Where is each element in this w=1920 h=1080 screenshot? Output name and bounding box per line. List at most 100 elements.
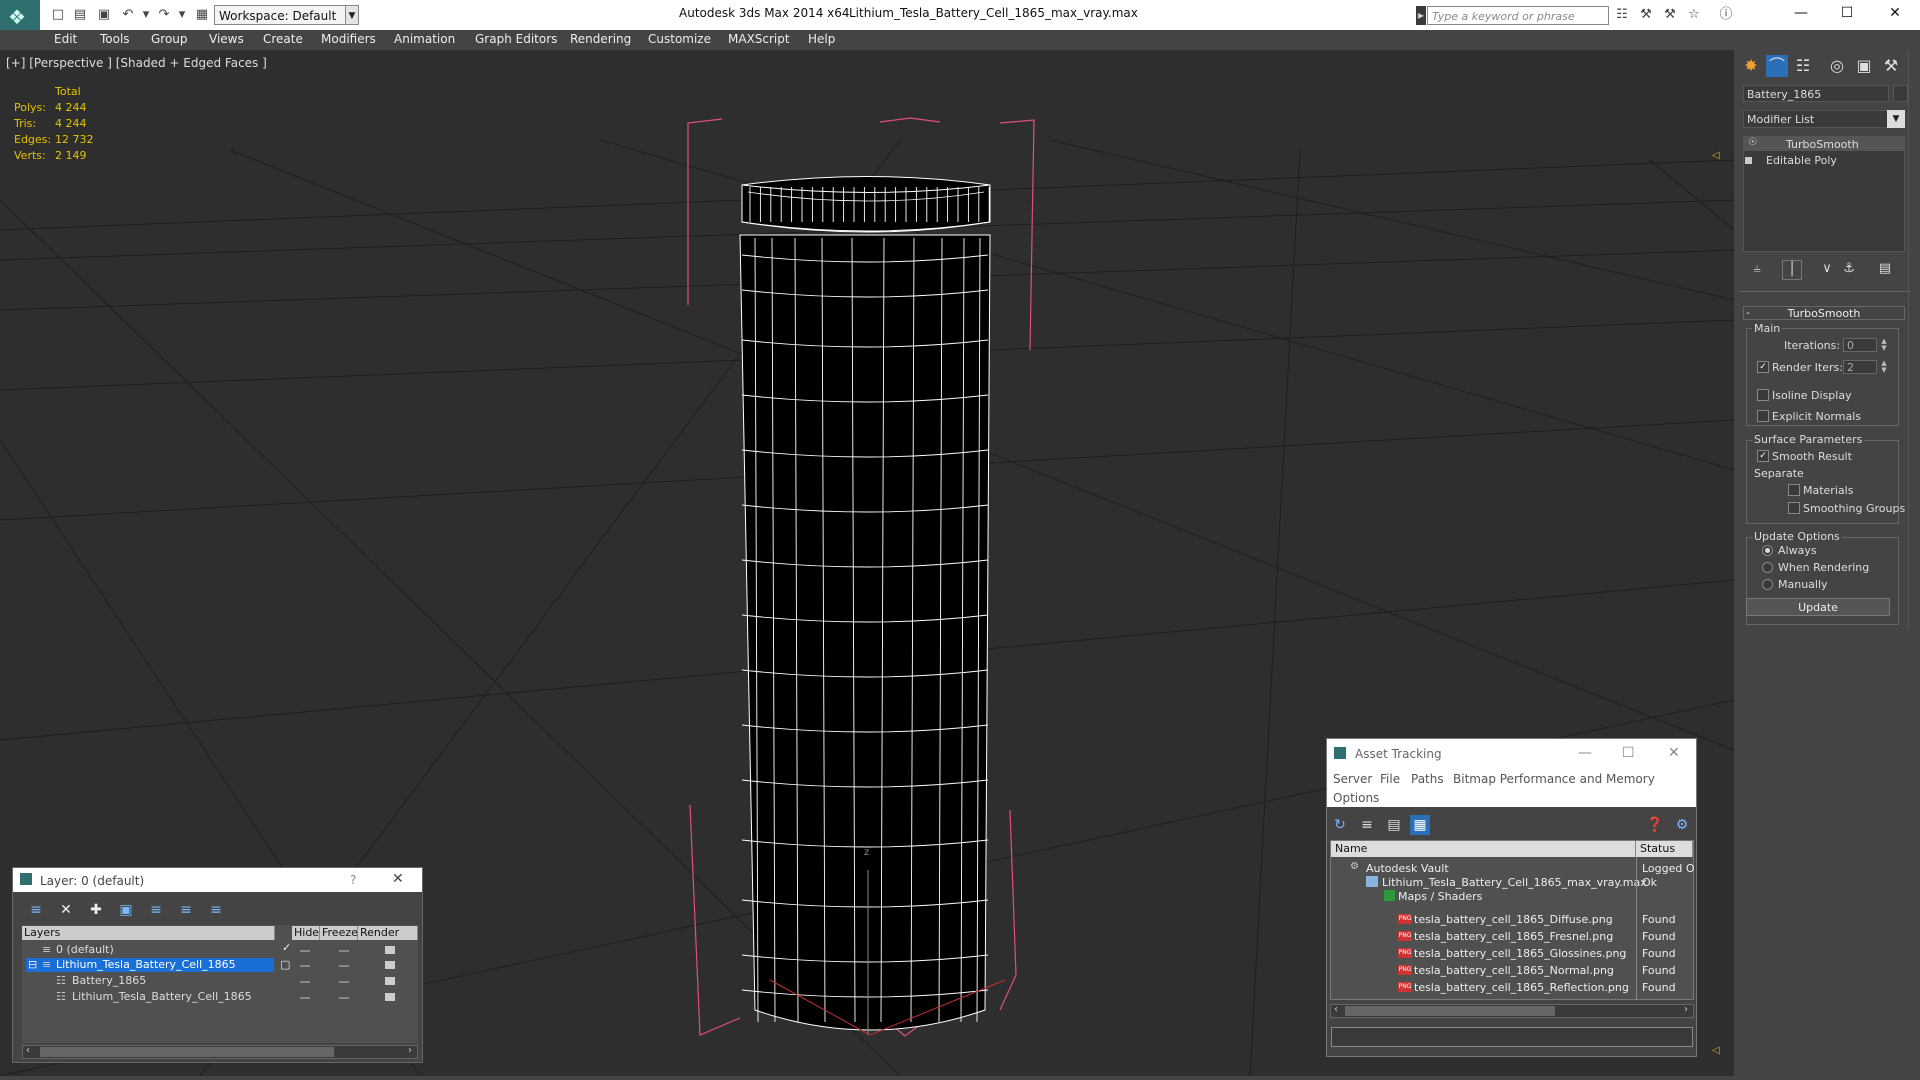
render-iters-checkbox[interactable]: ✓ — [1757, 361, 1769, 373]
asset-menu-file[interactable]: File — [1380, 772, 1400, 786]
scroll-left-icon[interactable]: ‹ — [1334, 1004, 1338, 1015]
smooth-result-checkbox[interactable]: ✓ — [1757, 450, 1769, 462]
close-icon[interactable]: ✕ — [392, 871, 404, 887]
menu-tools[interactable]: Tools — [100, 32, 130, 46]
modify-tab-icon[interactable]: ⌒ — [1766, 55, 1788, 77]
subscription-icon[interactable]: ⚒ — [1638, 7, 1654, 23]
minimize-button[interactable]: — — [1778, 0, 1824, 26]
scroll-right-icon[interactable]: › — [1684, 1004, 1688, 1015]
asset-row-name[interactable]: tesla_battery_cell_1865_Reflection.png — [1414, 981, 1629, 994]
remove-modifier-icon[interactable]: ⚓ — [1840, 260, 1858, 278]
asset-row-name[interactable]: Lithium_Tesla_Battery_Cell_1865_max_vray… — [1382, 876, 1647, 889]
render-toggle-icon[interactable] — [385, 961, 395, 969]
menu-maxscript[interactable]: MAXScript — [728, 32, 790, 46]
grid-view-icon[interactable]: ▦ — [1410, 815, 1430, 835]
column-header-status[interactable]: Status — [1636, 841, 1693, 857]
new-file-icon[interactable]: □ — [50, 7, 66, 23]
redo-icon[interactable]: ↷ — [156, 7, 172, 23]
stack-item-editable-poly[interactable]: Editable Poly — [1766, 154, 1837, 167]
separate-materials-checkbox[interactable] — [1788, 484, 1800, 496]
asset-row-name[interactable]: tesla_battery_cell_1865_Normal.png — [1414, 964, 1614, 977]
list-view-icon[interactable]: ≡ — [1357, 815, 1377, 835]
asset-row-name[interactable]: tesla_battery_cell_1865_Glossines.png — [1414, 947, 1626, 960]
explicit-normals-checkbox[interactable] — [1757, 410, 1769, 422]
save-file-icon[interactable]: ▣ — [96, 7, 112, 23]
column-header-freeze[interactable]: Freeze — [320, 926, 358, 940]
layer-row[interactable]: 0 (default) — [56, 943, 114, 956]
freeze-toggle[interactable] — [339, 981, 349, 983]
menu-help[interactable]: Help — [808, 32, 835, 46]
options-icon[interactable]: ⚙ — [1672, 815, 1692, 835]
close-button[interactable]: ✕ — [1872, 0, 1918, 26]
delete-layer-icon[interactable]: ✕ — [56, 900, 76, 920]
menu-graph-editors[interactable]: Graph Editors — [475, 32, 557, 46]
asset-menu-bitmap-performance[interactable]: Bitmap Performance and Memory — [1453, 772, 1655, 786]
iterations-spinner[interactable]: ▲ ▼ — [1880, 338, 1888, 352]
asset-row-name[interactable]: Autodesk Vault — [1366, 862, 1449, 875]
hierarchy-tab-icon[interactable]: ☷ — [1792, 55, 1814, 77]
object-row[interactable]: Lithium_Tesla_Battery_Cell_1865 — [72, 990, 252, 1003]
table-view-icon[interactable]: ▤ — [1384, 815, 1404, 835]
render-toggle-icon[interactable] — [385, 977, 395, 985]
isoline-display-checkbox[interactable] — [1757, 389, 1769, 401]
refresh-icon[interactable]: ↻ — [1330, 815, 1350, 835]
separate-smoothing-groups-checkbox[interactable] — [1788, 502, 1800, 514]
stack-item-turbosmooth[interactable]: TurboSmooth — [1786, 138, 1859, 151]
freeze-toggle[interactable] — [339, 950, 349, 952]
menu-modifiers[interactable]: Modifiers — [321, 32, 376, 46]
menu-group[interactable]: Group — [151, 32, 188, 46]
hide-toggle[interactable] — [300, 997, 310, 999]
create-tab-icon[interactable]: ✸ — [1740, 55, 1762, 77]
scroll-right-icon[interactable]: › — [408, 1045, 412, 1056]
render-toggle-icon[interactable] — [385, 993, 395, 1001]
turbosmooth-rollout-header[interactable]: TurboSmooth — [1743, 306, 1905, 320]
asset-row-name[interactable]: tesla_battery_cell_1865_Diffuse.png — [1414, 913, 1613, 926]
utilities-tab-icon[interactable]: ⚒ — [1880, 55, 1902, 77]
freeze-all-layers-icon[interactable]: ≡ — [206, 900, 226, 920]
freeze-toggle[interactable] — [339, 997, 349, 999]
menu-views[interactable]: Views — [209, 32, 244, 46]
motion-tab-icon[interactable]: ◎ — [1826, 55, 1848, 77]
asset-path-field[interactable] — [1331, 1027, 1693, 1047]
open-file-icon[interactable]: ▤ — [72, 7, 88, 23]
menu-customize[interactable]: Customize — [648, 32, 711, 46]
object-row[interactable]: Battery_1865 — [72, 974, 146, 987]
make-unique-icon[interactable]: ∨ — [1818, 260, 1836, 278]
modifier-list-dropdown[interactable]: Modifier List — [1743, 110, 1905, 128]
hide-all-layers-icon[interactable]: ≡ — [176, 900, 196, 920]
create-layer-icon[interactable]: ≡ — [26, 900, 46, 920]
help-button[interactable]: ? — [350, 873, 356, 887]
update-when-rendering-radio[interactable] — [1762, 562, 1773, 573]
collapse-icon[interactable]: ⊟ — [28, 958, 37, 971]
maximize-button[interactable]: ☐ — [1824, 0, 1870, 26]
maximize-button[interactable]: ☐ — [1622, 745, 1635, 761]
help-icon[interactable]: ⓘ — [1718, 7, 1734, 23]
project-folder-icon[interactable]: ▦ — [194, 7, 210, 23]
configure-modifier-sets-icon[interactable]: ▤ — [1876, 260, 1894, 278]
undo-icon[interactable]: ↶ — [120, 7, 136, 23]
asset-menu-server[interactable]: Server — [1333, 772, 1372, 786]
object-color-swatch[interactable] — [1893, 85, 1908, 102]
menu-create[interactable]: Create — [263, 32, 303, 46]
communication-center-icon[interactable]: ⚒ — [1662, 7, 1678, 23]
scroll-left-icon[interactable]: ‹ — [26, 1045, 30, 1056]
binoculars-icon[interactable]: ☷ — [1614, 7, 1630, 23]
hide-toggle[interactable] — [300, 981, 310, 983]
menu-rendering[interactable]: Rendering — [570, 32, 631, 46]
menu-animation[interactable]: Animation — [394, 32, 455, 46]
layer-row[interactable]: Lithium_Tesla_Battery_Cell_1865 — [56, 958, 236, 971]
update-manually-radio[interactable] — [1762, 579, 1773, 590]
workspace-select[interactable]: Workspace: Default — [214, 5, 358, 25]
rollout-collapse-toggle[interactable]: - — [1746, 306, 1750, 319]
update-always-radio[interactable] — [1762, 545, 1773, 556]
asset-row-name[interactable]: Maps / Shaders — [1398, 890, 1482, 903]
column-header-name[interactable]: Name — [1331, 841, 1636, 857]
hide-toggle[interactable] — [300, 950, 310, 952]
viewport-label[interactable]: [+] [Perspective ] [Shaded + Edged Faces… — [6, 56, 267, 70]
add-to-layer-icon[interactable]: ✚ — [86, 900, 106, 920]
column-header-layers[interactable]: Layers — [22, 926, 275, 940]
help-icon[interactable]: ❓ — [1645, 815, 1665, 835]
scrollbar-thumb[interactable] — [1345, 1006, 1555, 1016]
lightbulb-icon[interactable]: ☉ — [1748, 137, 1757, 148]
set-current-icon[interactable]: ▢ — [280, 958, 290, 971]
